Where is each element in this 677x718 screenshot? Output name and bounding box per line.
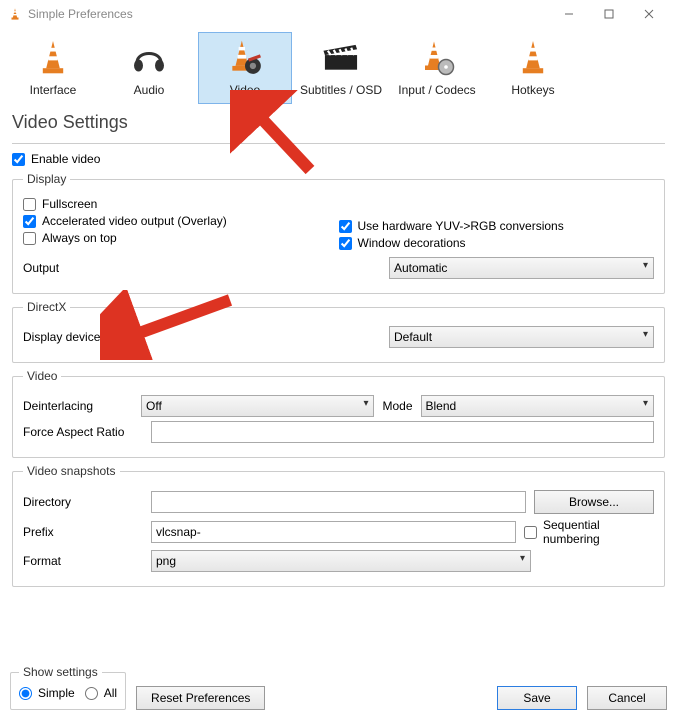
close-button[interactable] xyxy=(629,0,669,28)
windeco-label: Window decorations xyxy=(358,236,466,250)
window-title: Simple Preferences xyxy=(28,7,549,21)
ontop-input[interactable] xyxy=(23,232,36,245)
reset-button[interactable]: Reset Preferences xyxy=(136,686,265,710)
prefix-input[interactable] xyxy=(151,521,516,543)
yuv-label: Use hardware YUV->RGB conversions xyxy=(358,219,564,233)
aspect-input[interactable] xyxy=(151,421,654,443)
divider xyxy=(12,143,665,144)
output-select[interactable]: Automatic xyxy=(389,257,654,279)
save-button[interactable]: Save xyxy=(497,686,577,710)
display-group: Display Fullscreen Accelerated video out… xyxy=(12,172,665,294)
windeco-input[interactable] xyxy=(339,237,352,250)
tab-label: Input / Codecs xyxy=(398,83,475,97)
tab-hotkeys[interactable]: Hotkeys xyxy=(486,32,580,104)
yuv-input[interactable] xyxy=(339,220,352,233)
display-legend: Display xyxy=(23,172,70,186)
tab-label: Video xyxy=(230,83,260,97)
browse-button[interactable]: Browse... xyxy=(534,490,654,514)
video-group: Video Deinterlacing Off Mode Blend Force… xyxy=(12,369,665,458)
display-device-label: Display device xyxy=(23,330,133,344)
tab-label: Hotkeys xyxy=(511,83,554,97)
simple-radio-input[interactable] xyxy=(19,687,32,700)
directory-label: Directory xyxy=(23,495,143,509)
tab-video[interactable]: Video xyxy=(198,32,292,104)
sequential-label: Sequential numbering xyxy=(543,518,654,546)
deinterlacing-select[interactable]: Off xyxy=(141,395,374,417)
cone-disc-icon xyxy=(419,37,455,79)
enable-video-label: Enable video xyxy=(31,152,100,166)
snapshots-legend: Video snapshots xyxy=(23,464,120,478)
prefs-toolbar: Interface Audio Video Subtitles / OSD In… xyxy=(0,28,677,108)
all-radio[interactable]: All xyxy=(85,686,117,700)
display-device-select[interactable]: Default xyxy=(389,326,654,348)
vlc-cone-icon xyxy=(8,7,22,21)
directory-input[interactable] xyxy=(151,491,526,513)
sequential-checkbox[interactable]: Sequential numbering xyxy=(524,518,654,546)
headphones-icon xyxy=(131,37,167,79)
directx-group: DirectX Display device Default xyxy=(12,300,665,363)
all-radio-input[interactable] xyxy=(85,687,98,700)
tab-subtitles[interactable]: Subtitles / OSD xyxy=(294,32,388,104)
cancel-button[interactable]: Cancel xyxy=(587,686,667,710)
tab-label: Interface xyxy=(30,83,77,97)
footer: Show settings Simple All Reset Preferenc… xyxy=(10,665,667,710)
cone-film-icon xyxy=(226,37,264,79)
tab-input-codecs[interactable]: Input / Codecs xyxy=(390,32,484,104)
enable-video-checkbox[interactable]: Enable video xyxy=(12,152,665,166)
tab-audio[interactable]: Audio xyxy=(102,32,196,104)
video-legend: Video xyxy=(23,369,61,383)
simple-radio-label: Simple xyxy=(38,686,75,700)
deinterlacing-label: Deinterlacing xyxy=(23,399,133,413)
accel-input[interactable] xyxy=(23,215,36,228)
tab-label: Audio xyxy=(134,83,165,97)
cone-icon xyxy=(516,37,550,79)
snapshots-group: Video snapshots Directory Browse... Pref… xyxy=(12,464,665,587)
enable-video-input[interactable] xyxy=(12,153,25,166)
titlebar: Simple Preferences xyxy=(0,0,677,28)
accel-label: Accelerated video output (Overlay) xyxy=(42,214,227,228)
all-radio-label: All xyxy=(104,686,117,700)
clapper-icon xyxy=(322,37,360,79)
mode-label: Mode xyxy=(382,399,412,413)
simple-radio[interactable]: Simple xyxy=(19,686,75,700)
tab-label: Subtitles / OSD xyxy=(300,83,382,97)
ontop-label: Always on top xyxy=(42,231,117,245)
page-title: Video Settings xyxy=(0,108,677,139)
mode-select[interactable]: Blend xyxy=(421,395,654,417)
ontop-checkbox[interactable]: Always on top xyxy=(23,231,339,245)
format-select[interactable]: png xyxy=(151,550,531,572)
fullscreen-input[interactable] xyxy=(23,198,36,211)
cone-icon xyxy=(36,37,70,79)
windeco-checkbox[interactable]: Window decorations xyxy=(339,236,655,250)
directx-legend: DirectX xyxy=(23,300,70,314)
minimize-button[interactable] xyxy=(549,0,589,28)
yuv-checkbox[interactable]: Use hardware YUV->RGB conversions xyxy=(339,219,655,233)
show-settings-legend: Show settings xyxy=(19,665,102,679)
fullscreen-checkbox[interactable]: Fullscreen xyxy=(23,197,339,211)
aspect-label: Force Aspect Ratio xyxy=(23,425,143,439)
tab-interface[interactable]: Interface xyxy=(6,32,100,104)
accel-checkbox[interactable]: Accelerated video output (Overlay) xyxy=(23,214,339,228)
sequential-input[interactable] xyxy=(524,526,537,539)
show-settings-group: Show settings Simple All xyxy=(10,665,126,710)
fullscreen-label: Fullscreen xyxy=(42,197,97,211)
maximize-button[interactable] xyxy=(589,0,629,28)
prefix-label: Prefix xyxy=(23,525,143,539)
format-label: Format xyxy=(23,554,143,568)
output-label: Output xyxy=(23,261,133,275)
